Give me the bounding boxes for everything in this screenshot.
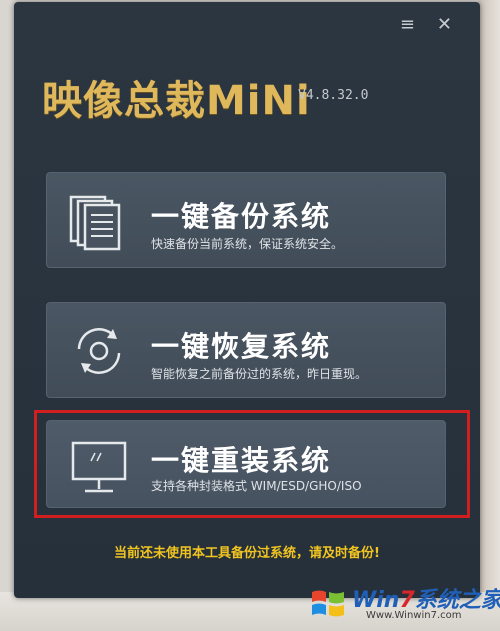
restore-system-button[interactable]: 一键恢复系统 智能恢复之前备份过的系统，昨日重现。	[46, 302, 446, 398]
reinstall-title: 一键重装系统	[151, 444, 332, 477]
version-label: V4.8.32.0	[298, 88, 369, 103]
restore-desc: 智能恢复之前备份过的系统，昨日重现。	[151, 367, 368, 381]
window-controls: ≡ ✕	[400, 16, 452, 34]
photo-background-right	[478, 0, 500, 631]
restore-icon	[77, 328, 121, 374]
backup-desc: 快速备份当前系统，保证系统安全。	[151, 237, 344, 251]
menu-icon[interactable]: ≡	[400, 16, 415, 34]
app-title: 映像总裁MiNi	[42, 78, 311, 124]
monitor-icon	[71, 441, 127, 493]
backup-warning-text: 当前还未使用本工具备份过系统，请及时备份!	[114, 546, 380, 561]
backup-system-button[interactable]: 一键备份系统 快速备份当前系统，保证系统安全。	[46, 172, 446, 268]
app-window: ≡ ✕ 映像总裁MiNi V4.8.32.0 一键备份系统 快速备份当前系统，保…	[14, 2, 480, 598]
backup-title: 一键备份系统	[151, 200, 332, 233]
reinstall-desc: 支持各种封装格式 WIM/ESD/GHO/ISO	[151, 479, 362, 493]
site-watermark: Win7系统之家 Www.Winwin7.com	[308, 580, 500, 628]
reinstall-system-button[interactable]: 一键重装系统 支持各种封装格式 WIM/ESD/GHO/ISO	[46, 420, 446, 508]
restore-title: 一键恢复系统	[151, 330, 332, 363]
close-icon[interactable]: ✕	[437, 16, 452, 34]
watermark-url: Www.Winwin7.com	[366, 610, 462, 621]
windows-logo-icon	[312, 590, 344, 617]
documents-icon	[69, 195, 121, 251]
